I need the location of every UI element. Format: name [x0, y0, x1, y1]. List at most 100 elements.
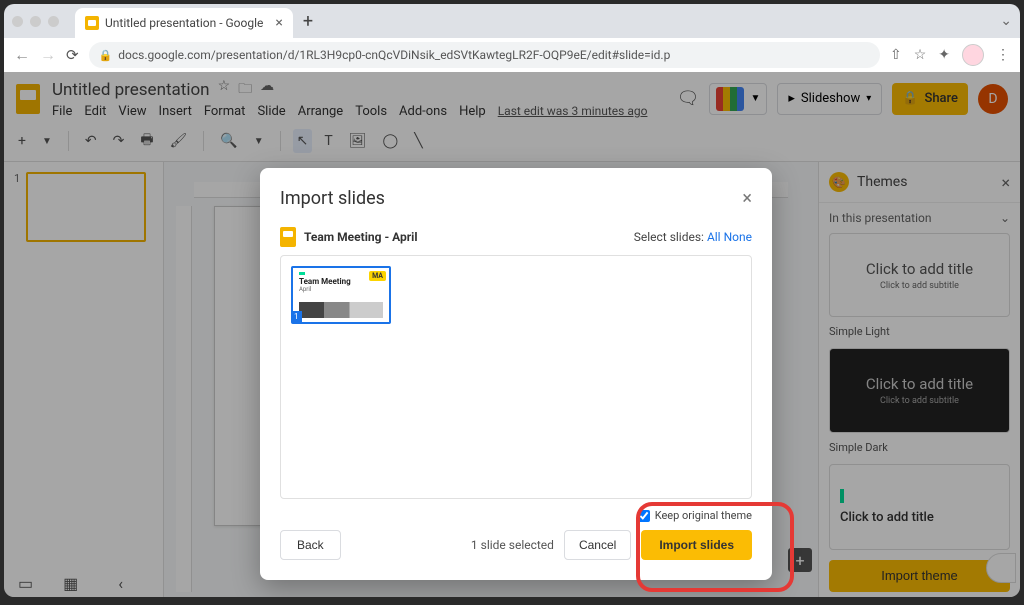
theme-card-simple-dark[interactable]: Click to add title Click to add subtitle [829, 348, 1010, 432]
cloud-status-icon[interactable]: ☁ [260, 78, 274, 102]
menu-slide[interactable]: Slide [257, 104, 285, 119]
add-speaker-notes-button[interactable]: + [788, 548, 812, 572]
tab-title: Untitled presentation - Google [105, 16, 263, 30]
slide-preview-image [299, 302, 383, 318]
back-button[interactable]: Back [280, 530, 341, 560]
menu-view[interactable]: View [118, 104, 146, 119]
slides-favicon-icon [85, 16, 99, 30]
star-icon[interactable]: ☆ [218, 78, 231, 102]
user-avatar[interactable]: D [978, 84, 1008, 114]
shape-tool[interactable]: ◯ [379, 129, 403, 153]
close-window-icon[interactable] [12, 16, 23, 27]
dialog-title: Import slides [280, 188, 385, 209]
tab-overflow-icon[interactable]: ⌄ [1000, 13, 1012, 29]
app-header: Untitled presentation ☆ 🗀 ☁ File Edit Vi… [4, 72, 1020, 121]
reload-button[interactable]: ⟳ [66, 46, 79, 64]
toolbar: + ▼ ↶ ↷ 🖶 🖌 🔍 ▼ ↖ T 🖼 ◯ ╲ [4, 121, 1020, 162]
filmstrip-view-icon[interactable]: ▭ [18, 574, 33, 593]
browser-menu-icon[interactable]: ⋮ [996, 47, 1010, 63]
url-input[interactable]: 🔒 docs.google.com/presentation/d/1RL3H9c… [89, 42, 880, 68]
image-tool[interactable]: 🖼 [345, 129, 371, 153]
slide-number-badge: 1 [291, 311, 302, 322]
play-icon: ▸ [788, 91, 795, 106]
share-page-icon[interactable]: ⇧ [890, 47, 902, 63]
slides-app: Untitled presentation ☆ 🗀 ☁ File Edit Vi… [4, 72, 1020, 597]
menu-file[interactable]: File [52, 104, 72, 119]
grid-view-icon[interactable]: ▦ [63, 574, 78, 593]
browser-profile-avatar[interactable] [962, 44, 984, 66]
meet-icon [716, 87, 744, 111]
cancel-button[interactable]: Cancel [564, 530, 631, 560]
forward-button: → [40, 45, 56, 65]
slide-picker-grid: MA Team Meeting April 1 [280, 255, 752, 499]
select-tool[interactable]: ↖ [293, 129, 313, 153]
slide-thumbnail[interactable] [26, 172, 146, 242]
dialog-close-button[interactable]: × [742, 188, 752, 209]
chevron-down-icon[interactable]: ▼ [250, 132, 268, 151]
comments-icon[interactable]: 🗨 [677, 88, 700, 109]
extensions-icon[interactable]: ✦ [938, 47, 950, 63]
menu-help[interactable]: Help [459, 104, 486, 119]
select-all-link[interactable]: All [707, 230, 721, 244]
browser-tab-strip: Untitled presentation - Google × + ⌄ [4, 4, 1020, 38]
tab-close-icon[interactable]: × [275, 15, 282, 31]
menu-tools[interactable]: Tools [355, 104, 387, 119]
chevron-down-icon: ⌄ [1000, 211, 1010, 225]
print-button[interactable]: 🖶 [136, 125, 157, 157]
move-icon[interactable]: 🗀 [238, 78, 252, 102]
import-theme-button[interactable]: Import theme [829, 560, 1010, 592]
address-bar: ← → ⟳ 🔒 docs.google.com/presentation/d/1… [4, 38, 1020, 72]
lock-icon: 🔒 [99, 49, 113, 62]
bookmark-icon[interactable]: ☆ [914, 47, 927, 63]
slides-file-icon [280, 227, 296, 247]
new-tab-button[interactable]: + [303, 11, 313, 32]
browser-tab[interactable]: Untitled presentation - Google × [75, 8, 293, 38]
redo-button[interactable]: ↷ [109, 129, 129, 153]
chevron-down-icon[interactable]: ▼ [38, 132, 56, 151]
meet-button[interactable]: ▼ [709, 83, 767, 115]
chevron-left-icon[interactable]: ‹ [118, 574, 123, 593]
import-slide-thumb-1[interactable]: MA Team Meeting April 1 [291, 266, 391, 324]
menu-format[interactable]: Format [204, 104, 246, 119]
line-tool[interactable]: ╲ [410, 129, 426, 153]
menu-bar: File Edit View Insert Format Slide Arran… [52, 104, 647, 119]
doc-title[interactable]: Untitled presentation [52, 80, 210, 100]
avatar-badge: MA [369, 271, 386, 281]
keep-original-theme-checkbox[interactable]: Keep original theme [638, 509, 752, 522]
share-button[interactable]: 🔒 Share [892, 83, 968, 115]
close-themes-button[interactable]: × [1001, 173, 1010, 192]
slideshow-button[interactable]: ▸ Slideshow ▾ [777, 83, 882, 115]
select-none-link[interactable]: None [724, 230, 752, 244]
zoom-button[interactable]: 🔍 [216, 129, 241, 153]
maximize-window-icon[interactable] [48, 16, 59, 27]
import-slides-button[interactable]: Import slides [641, 530, 752, 560]
theme-name-label: Simple Light [829, 323, 1010, 342]
menu-edit[interactable]: Edit [84, 104, 106, 119]
slides-logo-icon[interactable] [14, 81, 42, 117]
keep-theme-input[interactable] [638, 510, 650, 522]
window-controls[interactable] [12, 16, 59, 27]
source-file-name: Team Meeting - April [304, 230, 418, 244]
textbox-tool[interactable]: T [320, 129, 336, 153]
theme-card-streamline[interactable]: Click to add title [829, 464, 1010, 550]
theme-name-label: Simple Dark [829, 439, 1010, 458]
undo-button[interactable]: ↶ [81, 129, 101, 153]
themes-section-header[interactable]: In this presentation ⌄ [819, 203, 1020, 233]
last-edit-link[interactable]: Last edit was 3 minutes ago [498, 104, 648, 118]
minimize-window-icon[interactable] [30, 16, 41, 27]
theme-card-simple-light[interactable]: Click to add title Click to add subtitle [829, 233, 1010, 317]
filmstrip-slide-1[interactable]: 1 [14, 172, 153, 242]
menu-insert[interactable]: Insert [159, 104, 192, 119]
themes-icon: 🎨 [829, 172, 849, 192]
selected-count: 1 slide selected [471, 538, 554, 552]
chevron-down-icon: ▼ [750, 93, 760, 104]
url-text: docs.google.com/presentation/d/1RL3H9cp0… [118, 48, 670, 62]
menu-arrange[interactable]: Arrange [298, 104, 343, 119]
new-slide-button[interactable]: + [14, 129, 30, 153]
vertical-ruler [176, 206, 192, 592]
paint-format-button[interactable]: 🖌 [166, 129, 192, 153]
menu-addons[interactable]: Add-ons [399, 104, 447, 119]
explore-button[interactable] [986, 553, 1016, 583]
themes-title: Themes [857, 174, 907, 190]
back-button[interactable]: ← [14, 45, 30, 65]
